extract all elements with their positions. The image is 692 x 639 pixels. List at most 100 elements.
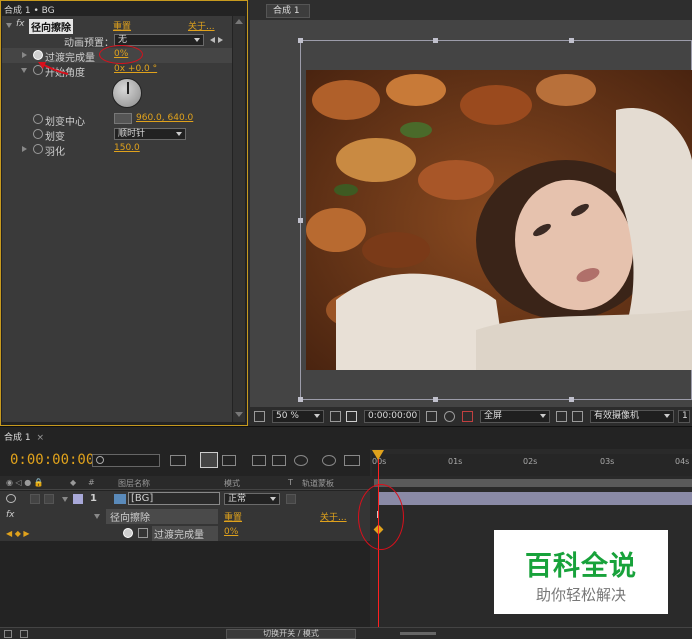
tab-composition[interactable]: 合成 1 — [266, 4, 310, 18]
effect-row[interactable]: fx 径向擦除 重置 关于... — [0, 508, 370, 524]
annotation-arrow-icon — [38, 62, 69, 75]
trkmat-header: 轨道蒙板 — [302, 479, 334, 488]
scroll-down-icon[interactable] — [235, 412, 243, 417]
views-dropdown[interactable]: 1 — [678, 410, 690, 423]
watermark-logo: 百科全说 助你轻松解决 — [494, 530, 668, 614]
effect-row-label[interactable]: 径向擦除 — [106, 509, 218, 524]
draft-3d-icon[interactable] — [222, 455, 236, 466]
collapse-triangle-icon[interactable] — [21, 68, 27, 73]
switch-mode-button[interactable]: 切换开关 / 模式 — [226, 629, 356, 639]
expand-triangle-icon[interactable] — [22, 146, 27, 152]
property-label: 羽化 — [45, 147, 65, 158]
ruler-tick-label: 03s — [600, 457, 615, 466]
camera-dropdown[interactable]: 有效摄像机 — [590, 410, 674, 423]
tab-timeline[interactable]: 合成 1 × — [4, 430, 44, 443]
comp-mini-flowchart-icon[interactable] — [170, 455, 186, 466]
magnification-icon[interactable] — [254, 411, 265, 422]
current-time-field[interactable]: 0:00:00:00 — [364, 410, 420, 423]
graph-icon[interactable] — [138, 528, 148, 538]
hide-shy-layers-icon[interactable] — [252, 455, 266, 466]
effect-header-row[interactable]: fx 径向擦除 重置 关于... — [2, 18, 232, 34]
lock-switch[interactable] — [44, 494, 54, 504]
reset-link[interactable]: 重置 — [113, 19, 131, 32]
layer-switches-icon[interactable] — [4, 630, 12, 638]
layer-name[interactable]: [BG] — [128, 492, 220, 505]
property-value[interactable]: 150.0 — [114, 143, 140, 153]
property-label: 划变 — [45, 132, 65, 143]
user-icon[interactable] — [444, 411, 455, 422]
stopwatch-icon[interactable] — [33, 114, 43, 124]
region-icon[interactable] — [556, 411, 567, 422]
color-channels-icon[interactable] — [462, 411, 473, 422]
effect-about-link[interactable]: 关于... — [320, 510, 347, 523]
collapse-triangle-icon[interactable] — [6, 23, 12, 28]
frame-handle[interactable] — [569, 397, 574, 402]
close-icon[interactable]: × — [36, 433, 44, 443]
eye-icon[interactable] — [6, 494, 16, 503]
frame-handle[interactable] — [433, 397, 438, 402]
live-update-icon[interactable] — [200, 452, 218, 468]
effect-collapse-icon[interactable] — [94, 514, 100, 519]
grid-icon[interactable] — [330, 411, 341, 422]
property-row-value[interactable]: 0% — [224, 527, 238, 537]
source-name-header[interactable]: 图层名称 — [118, 478, 150, 489]
stopwatch-icon[interactable] — [33, 129, 43, 139]
keyframe-nav-icon[interactable]: ◀ ◆ ▶ — [6, 529, 30, 538]
frame-handle[interactable] — [298, 218, 303, 223]
brainstorm-icon[interactable] — [322, 455, 336, 466]
transparency-grid-icon[interactable] — [572, 411, 583, 422]
timeline-search-input[interactable] — [92, 454, 160, 467]
expand-triangle-icon[interactable] — [22, 52, 27, 58]
timeline-timecode[interactable]: 0:00:00:00 — [10, 452, 94, 468]
label-color-swatch[interactable] — [73, 494, 83, 504]
scroll-up-icon[interactable] — [235, 19, 243, 24]
motion-blur-icon[interactable] — [294, 455, 308, 466]
effect-reset-link[interactable]: 重置 — [224, 510, 242, 523]
layer-collapse-icon[interactable] — [62, 497, 68, 502]
next-preset-icon[interactable] — [218, 37, 223, 43]
mode-header[interactable]: 模式 — [224, 478, 240, 489]
blend-mode-dropdown[interactable]: 正常 — [224, 493, 280, 505]
animation-preset-dropdown[interactable]: 无 — [114, 34, 204, 46]
angle-dial[interactable] — [112, 78, 142, 108]
fx-icon[interactable]: fx — [16, 19, 25, 29]
zoom-dropdown[interactable]: 50 % — [272, 410, 324, 423]
playhead-handle-icon[interactable] — [372, 450, 384, 460]
preserve-transparency-switch[interactable] — [286, 494, 296, 504]
frame-handle[interactable] — [433, 38, 438, 43]
t-header: T — [288, 478, 293, 487]
transfer-controls-icon[interactable] — [20, 630, 28, 638]
zoom-slider[interactable] — [400, 632, 436, 635]
effect-panel-scrollbar[interactable] — [233, 16, 245, 422]
stopwatch-icon[interactable] — [123, 528, 133, 538]
graph-editor-icon[interactable] — [344, 455, 360, 466]
frame-blending-icon[interactable] — [272, 455, 286, 466]
layer-row[interactable]: 1 [BG] 正常 — [0, 491, 370, 507]
footage-icon — [114, 494, 126, 504]
camera-icon[interactable] — [426, 411, 437, 422]
wipe-direction-dropdown[interactable]: 顺时针 — [114, 128, 186, 140]
mask-icon[interactable] — [346, 411, 357, 422]
property-value[interactable]: 960.0, 640.0 — [136, 113, 193, 123]
timeline-status-bar: 切换开关 / 模式 — [0, 627, 692, 639]
solo-switch[interactable] — [30, 494, 40, 504]
frame-handle[interactable] — [298, 38, 303, 43]
property-row[interactable]: ◀ ◆ ▶ 过渡完成量 0% — [0, 525, 370, 541]
frame-handle[interactable] — [569, 38, 574, 43]
property-row-wipe-center[interactable]: 划变中心 960.0, 640.0 — [2, 112, 232, 128]
effect-name[interactable]: 径向擦除 — [29, 19, 73, 34]
fx-icon[interactable]: fx — [6, 510, 15, 520]
frame-handle[interactable] — [298, 397, 303, 402]
about-link[interactable]: 关于... — [188, 19, 215, 32]
property-row-wipe[interactable]: 划变 顺时针 — [2, 127, 232, 143]
work-area-bar[interactable] — [374, 479, 692, 487]
crosshair-icon[interactable] — [114, 113, 132, 124]
stopwatch-icon[interactable] — [33, 144, 43, 154]
property-value[interactable]: 0x +0.0 ° — [114, 64, 157, 74]
layer-duration-bar[interactable] — [378, 492, 692, 505]
ruler-tick-label: 02s — [523, 457, 538, 466]
prev-preset-icon[interactable] — [210, 37, 215, 43]
property-row-feather[interactable]: 羽化 150.0 — [2, 142, 232, 158]
ruler-tick-label: 01s — [448, 457, 463, 466]
resolution-dropdown[interactable]: 全屏 — [480, 410, 550, 423]
